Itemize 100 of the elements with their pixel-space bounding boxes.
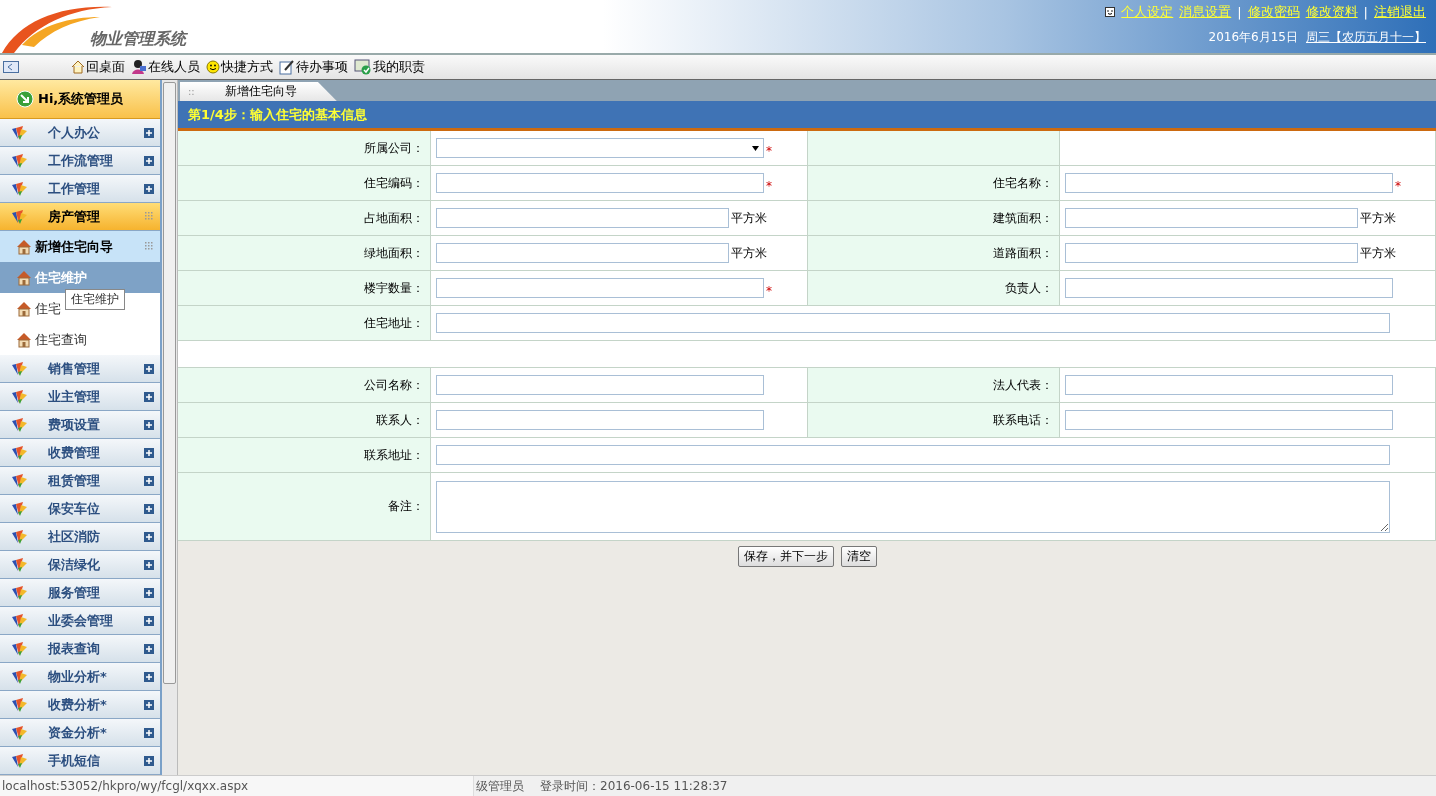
input-field[interactable] bbox=[436, 375, 764, 395]
expand-plus-icon[interactable] bbox=[144, 183, 154, 194]
toolbar-button[interactable]: 在线人员 bbox=[131, 58, 200, 76]
feather-icon bbox=[10, 180, 28, 197]
input-field[interactable] bbox=[436, 278, 764, 298]
dropdown-caret-icon bbox=[752, 145, 759, 151]
home-icon bbox=[71, 60, 85, 74]
toolbar-button[interactable]: 待办事项 bbox=[279, 58, 348, 76]
unit-label: 平方米 bbox=[1360, 244, 1396, 262]
menu-group[interactable]: 服务管理 bbox=[0, 579, 160, 607]
field-label: 楼宇数量： bbox=[178, 271, 431, 306]
menu-group[interactable]: 保洁绿化 bbox=[0, 551, 160, 579]
menu-group[interactable]: 业主管理 bbox=[0, 383, 160, 411]
feather-icon bbox=[10, 696, 28, 713]
link-separator: | bbox=[1363, 4, 1368, 20]
input-field[interactable] bbox=[436, 208, 729, 228]
input-field[interactable] bbox=[436, 410, 764, 430]
toolbar-button[interactable]: 快捷方式 bbox=[206, 58, 273, 76]
remarks-field[interactable] bbox=[436, 480, 1390, 533]
input-field[interactable] bbox=[436, 173, 764, 193]
feather-icon bbox=[10, 752, 28, 769]
expanded-dots-icon[interactable] bbox=[145, 242, 154, 251]
expand-plus-icon[interactable] bbox=[144, 643, 154, 654]
menu-group[interactable]: 收费管理 bbox=[0, 439, 160, 467]
menu-group[interactable]: 租赁管理 bbox=[0, 467, 160, 495]
feather-icon bbox=[10, 444, 28, 461]
expand-plus-icon[interactable] bbox=[144, 615, 154, 626]
menu-group[interactable]: 销售管理 bbox=[0, 355, 160, 383]
feather-icon bbox=[10, 640, 28, 657]
input-field[interactable] bbox=[1065, 375, 1393, 395]
expand-plus-icon[interactable] bbox=[144, 755, 154, 766]
feather-icon bbox=[10, 528, 28, 545]
toolbar-button[interactable]: 我的职责 bbox=[354, 58, 425, 76]
menu-group[interactable]: 物业分析* bbox=[0, 663, 160, 691]
menu-group[interactable]: 手机短信 bbox=[0, 747, 160, 775]
lunar-date-link[interactable]: 周三【农历五月十一】 bbox=[1306, 29, 1426, 46]
menu-group[interactable]: 工作流管理 bbox=[0, 147, 160, 175]
menu-group[interactable]: 报表查询 bbox=[0, 635, 160, 663]
menu-group[interactable]: 工作管理 bbox=[0, 175, 160, 203]
input-field[interactable] bbox=[1065, 278, 1393, 298]
scrollbar[interactable] bbox=[162, 80, 178, 775]
expand-plus-icon[interactable] bbox=[144, 447, 154, 458]
menu-item[interactable]: 新增住宅向导 bbox=[0, 231, 160, 262]
feather-icon bbox=[10, 124, 28, 141]
required-mark: * bbox=[766, 144, 772, 158]
expand-plus-icon[interactable] bbox=[144, 391, 154, 402]
feather-icon bbox=[10, 388, 28, 405]
checklist-icon bbox=[354, 59, 372, 75]
menu-group[interactable]: 房产管理 bbox=[0, 203, 160, 231]
collapse-panel-icon[interactable] bbox=[3, 61, 19, 73]
required-mark: * bbox=[1395, 179, 1401, 193]
field-label: 建筑面积： bbox=[808, 201, 1060, 236]
expand-plus-icon[interactable] bbox=[144, 587, 154, 598]
header-link[interactable]: 注销退出 bbox=[1374, 3, 1426, 21]
input-field[interactable] bbox=[1065, 208, 1358, 228]
menu-group[interactable]: 社区消防 bbox=[0, 523, 160, 551]
toolbar-button[interactable]: 回桌面 bbox=[71, 58, 125, 76]
feather-icon bbox=[10, 612, 28, 629]
field-label: 绿地面积： bbox=[178, 236, 431, 271]
field-label: 联系人： bbox=[178, 403, 431, 438]
menu-group[interactable]: 收费分析* bbox=[0, 691, 160, 719]
form-button[interactable]: 清空 bbox=[840, 546, 877, 567]
input-field[interactable] bbox=[1065, 243, 1358, 263]
current-date: 2016年6月15日 bbox=[1208, 29, 1298, 46]
expand-plus-icon[interactable] bbox=[144, 475, 154, 486]
expand-plus-icon[interactable] bbox=[144, 531, 154, 542]
header-link[interactable]: 修改资料 bbox=[1305, 3, 1358, 21]
feather-icon bbox=[10, 208, 28, 225]
feather-icon bbox=[10, 152, 28, 169]
menu-group[interactable]: 业委会管理 bbox=[0, 607, 160, 635]
expand-plus-icon[interactable] bbox=[144, 559, 154, 570]
expand-plus-icon[interactable] bbox=[144, 155, 154, 166]
required-mark: * bbox=[766, 179, 772, 193]
expand-plus-icon[interactable] bbox=[144, 419, 154, 430]
field-label: 住宅编码： bbox=[178, 166, 431, 201]
step-title: 第1/4步：输入住宅的基本信息 bbox=[178, 101, 1436, 131]
tab[interactable]: :: 新增住宅向导 bbox=[180, 82, 337, 101]
expanded-dots-icon[interactable] bbox=[145, 212, 154, 221]
expand-plus-icon[interactable] bbox=[144, 699, 154, 710]
house-icon bbox=[16, 331, 32, 348]
menu-group[interactable]: 费项设置 bbox=[0, 411, 160, 439]
field-label: 公司名称： bbox=[178, 368, 431, 403]
input-field[interactable] bbox=[436, 313, 1390, 333]
house-icon bbox=[16, 300, 32, 317]
expand-plus-icon[interactable] bbox=[144, 127, 154, 138]
expand-plus-icon[interactable] bbox=[144, 503, 154, 514]
input-field[interactable] bbox=[436, 243, 729, 263]
input-field[interactable] bbox=[436, 445, 1390, 465]
unit-label: 平方米 bbox=[731, 244, 767, 262]
expand-plus-icon[interactable] bbox=[144, 363, 154, 374]
menu-group[interactable]: 资金分析* bbox=[0, 719, 160, 747]
input-field[interactable] bbox=[1065, 173, 1393, 193]
input-field[interactable] bbox=[1065, 410, 1393, 430]
feather-icon bbox=[10, 724, 28, 741]
house-icon bbox=[16, 269, 32, 286]
menu-group[interactable]: 保安车位 bbox=[0, 495, 160, 523]
form-button[interactable]: 保存，并下一步 bbox=[737, 546, 834, 567]
menu-group[interactable]: 个人办公 bbox=[0, 119, 160, 147]
expand-plus-icon[interactable] bbox=[144, 671, 154, 682]
expand-plus-icon[interactable] bbox=[144, 727, 154, 738]
